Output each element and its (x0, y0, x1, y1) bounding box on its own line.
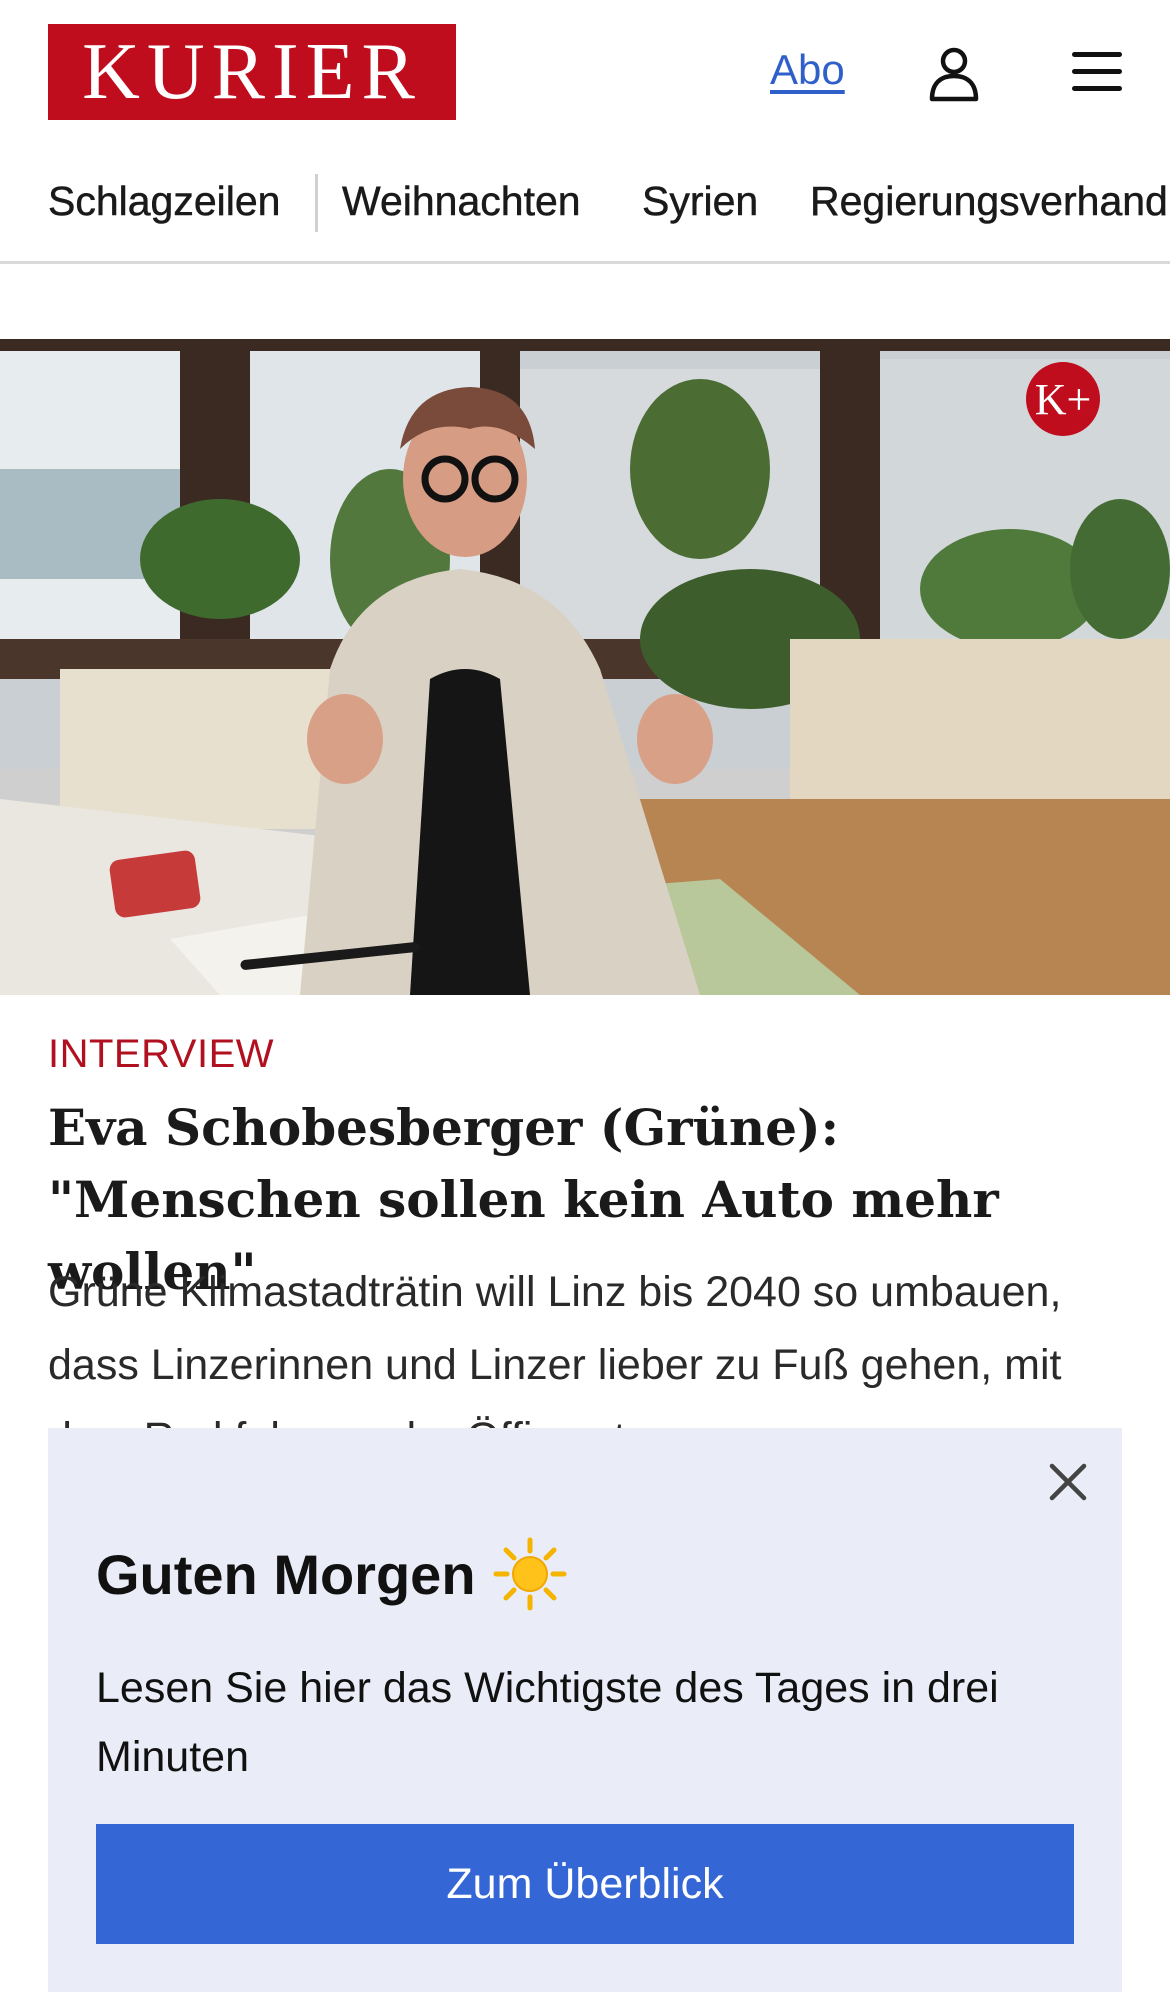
sun-icon (493, 1537, 567, 1611)
logo-text: KURIER (82, 28, 422, 116)
article-hero-image[interactable] (0, 339, 1170, 995)
overview-button[interactable]: Zum Überblick (96, 1824, 1074, 1944)
nav-item-schlagzeilen[interactable]: Schlagzeilen (48, 178, 281, 225)
hero-photo (0, 339, 1170, 995)
kurier-logo[interactable]: KURIER (48, 24, 456, 120)
popup-title-text: Guten Morgen (96, 1542, 476, 1606)
user-icon[interactable] (928, 46, 980, 102)
nav-item-syrien[interactable]: Syrien (642, 178, 759, 225)
menu-icon[interactable] (1070, 48, 1124, 96)
premium-badge: K+ (1026, 362, 1100, 436)
article-kicker: INTERVIEW (48, 1032, 275, 1076)
site-header: KURIER Abo (0, 0, 1170, 145)
popup-text: Lesen Sie hier das Wichtigste des Tages … (96, 1664, 999, 1781)
nav-item-weihnachten[interactable]: Weihnachten (342, 178, 581, 225)
close-icon[interactable] (1046, 1460, 1090, 1504)
article-lead: Grüne Klimastadträtin will Linz bis 2040… (48, 1268, 1062, 1431)
abo-link[interactable]: Abo (770, 46, 845, 94)
nav-item-regierungsverhandlungen[interactable]: Regierungsverhand (810, 178, 1168, 225)
popup-title: Guten Morgen (96, 1536, 568, 1612)
topic-nav: Schlagzeilen Weihnachten Syrien Regierun… (0, 168, 1170, 264)
nav-separator (315, 174, 318, 232)
